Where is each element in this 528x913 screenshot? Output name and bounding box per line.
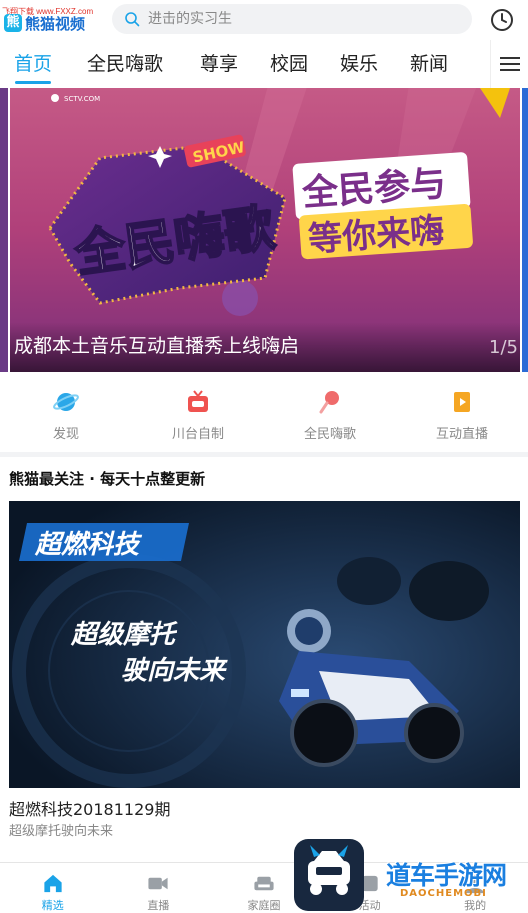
- banner-caption: 成都本土音乐互动直播秀上线嗨启: [14, 335, 300, 357]
- menu-button[interactable]: [490, 40, 528, 88]
- car-icon: [308, 845, 350, 895]
- prev-slide-peek: [0, 88, 8, 372]
- bottom-nav-live[interactable]: 直播: [106, 863, 212, 913]
- quick-entry-discover[interactable]: 发现: [0, 380, 132, 450]
- quick-entry-chuantai[interactable]: 川台自制: [132, 380, 264, 450]
- bottom-nav-label: 精选: [41, 899, 64, 912]
- video-camera-icon: [148, 877, 168, 890]
- sctv-brand-text: SCTV.COM: [64, 95, 100, 103]
- thumb-line2: 驶向未来: [121, 656, 228, 686]
- search-bar[interactable]: [112, 4, 472, 34]
- banner-page-indicator: 1/5: [489, 337, 518, 358]
- quick-entry-label: 互动直播: [435, 427, 488, 442]
- quick-entry-label: 川台自制: [171, 427, 224, 442]
- sofa-icon: [254, 876, 274, 891]
- history-clock-icon[interactable]: [488, 6, 516, 34]
- tab-campus[interactable]: 校园: [258, 40, 320, 88]
- video-thumbnail-artwork: 超燃科技 超级摩托 驶向未来: [9, 501, 520, 788]
- bottom-nav-featured[interactable]: 精选: [0, 863, 106, 913]
- next-slide-peek: [522, 88, 528, 372]
- tab-home[interactable]: 首页: [2, 40, 64, 88]
- banner-carousel[interactable]: SCTV.COM SHOW 全民嗨歌 全民参与 等你来嗨 成都本土音乐互动直播秀…: [0, 88, 528, 372]
- app-logo[interactable]: 熊 熊猫视频: [4, 12, 108, 34]
- tab-quanmin-haige[interactable]: 全民嗨歌: [72, 40, 178, 88]
- bottom-nav-label: 直播: [147, 899, 170, 912]
- tab-zunxiang[interactable]: 尊享: [188, 40, 250, 88]
- watermark-subtext: DAOCHEMOBI: [400, 888, 487, 899]
- microphone-icon: [319, 391, 339, 414]
- quick-entry-label: 发现: [52, 427, 79, 442]
- tv-icon: [188, 390, 208, 412]
- section-divider: [0, 452, 528, 457]
- live-broadcast-icon: [454, 392, 470, 412]
- thumb-title: 超燃科技: [34, 530, 143, 560]
- tab-news[interactable]: 新闻: [398, 40, 460, 88]
- search-input[interactable]: [148, 11, 448, 27]
- quick-entry-label: 全民嗨歌: [303, 427, 356, 442]
- top-header: 飞翔下载 www.FXXZ.com 熊 熊猫视频: [0, 0, 528, 40]
- channel-tabs: 首页 全民嗨歌 尊享 校园 娱乐 新闻: [0, 40, 528, 88]
- app-name: 熊猫视频: [25, 14, 86, 33]
- section-title: 熊猫最关注 · 每天十点整更新: [9, 470, 206, 488]
- bottom-nav-label: 家庭圈: [247, 899, 281, 912]
- quick-entry-row: 发现 川台自制 全民嗨歌 互动直播: [0, 380, 528, 450]
- banner-slide[interactable]: SCTV.COM SHOW 全民嗨歌 全民参与 等你来嗨 成都本土音乐互动直播秀…: [10, 88, 520, 372]
- hamburger-menu-icon: [499, 57, 520, 71]
- floating-app-icon: [294, 839, 364, 911]
- watermark-badge: 道车手游网 DAOCHEMOBI: [370, 852, 528, 913]
- quick-entry-quanmin-haige[interactable]: 全民嗨歌: [264, 380, 396, 450]
- tab-entertainment[interactable]: 娱乐: [328, 40, 390, 88]
- video-subtitle: 超级摩托驶向未来: [9, 824, 114, 839]
- thumb-line1: 超级摩托: [70, 620, 178, 650]
- video-thumbnail[interactable]: 超燃科技 超级摩托 驶向未来: [9, 501, 520, 788]
- quick-entry-live[interactable]: 互动直播: [396, 380, 528, 450]
- search-icon: [125, 12, 140, 27]
- video-title[interactable]: 超燃科技20181129期: [9, 796, 170, 820]
- planet-icon: [53, 393, 79, 411]
- watermark-text: 道车手游网: [386, 861, 507, 890]
- home-icon: [44, 874, 62, 893]
- panda-logo-icon: 熊: [4, 14, 22, 32]
